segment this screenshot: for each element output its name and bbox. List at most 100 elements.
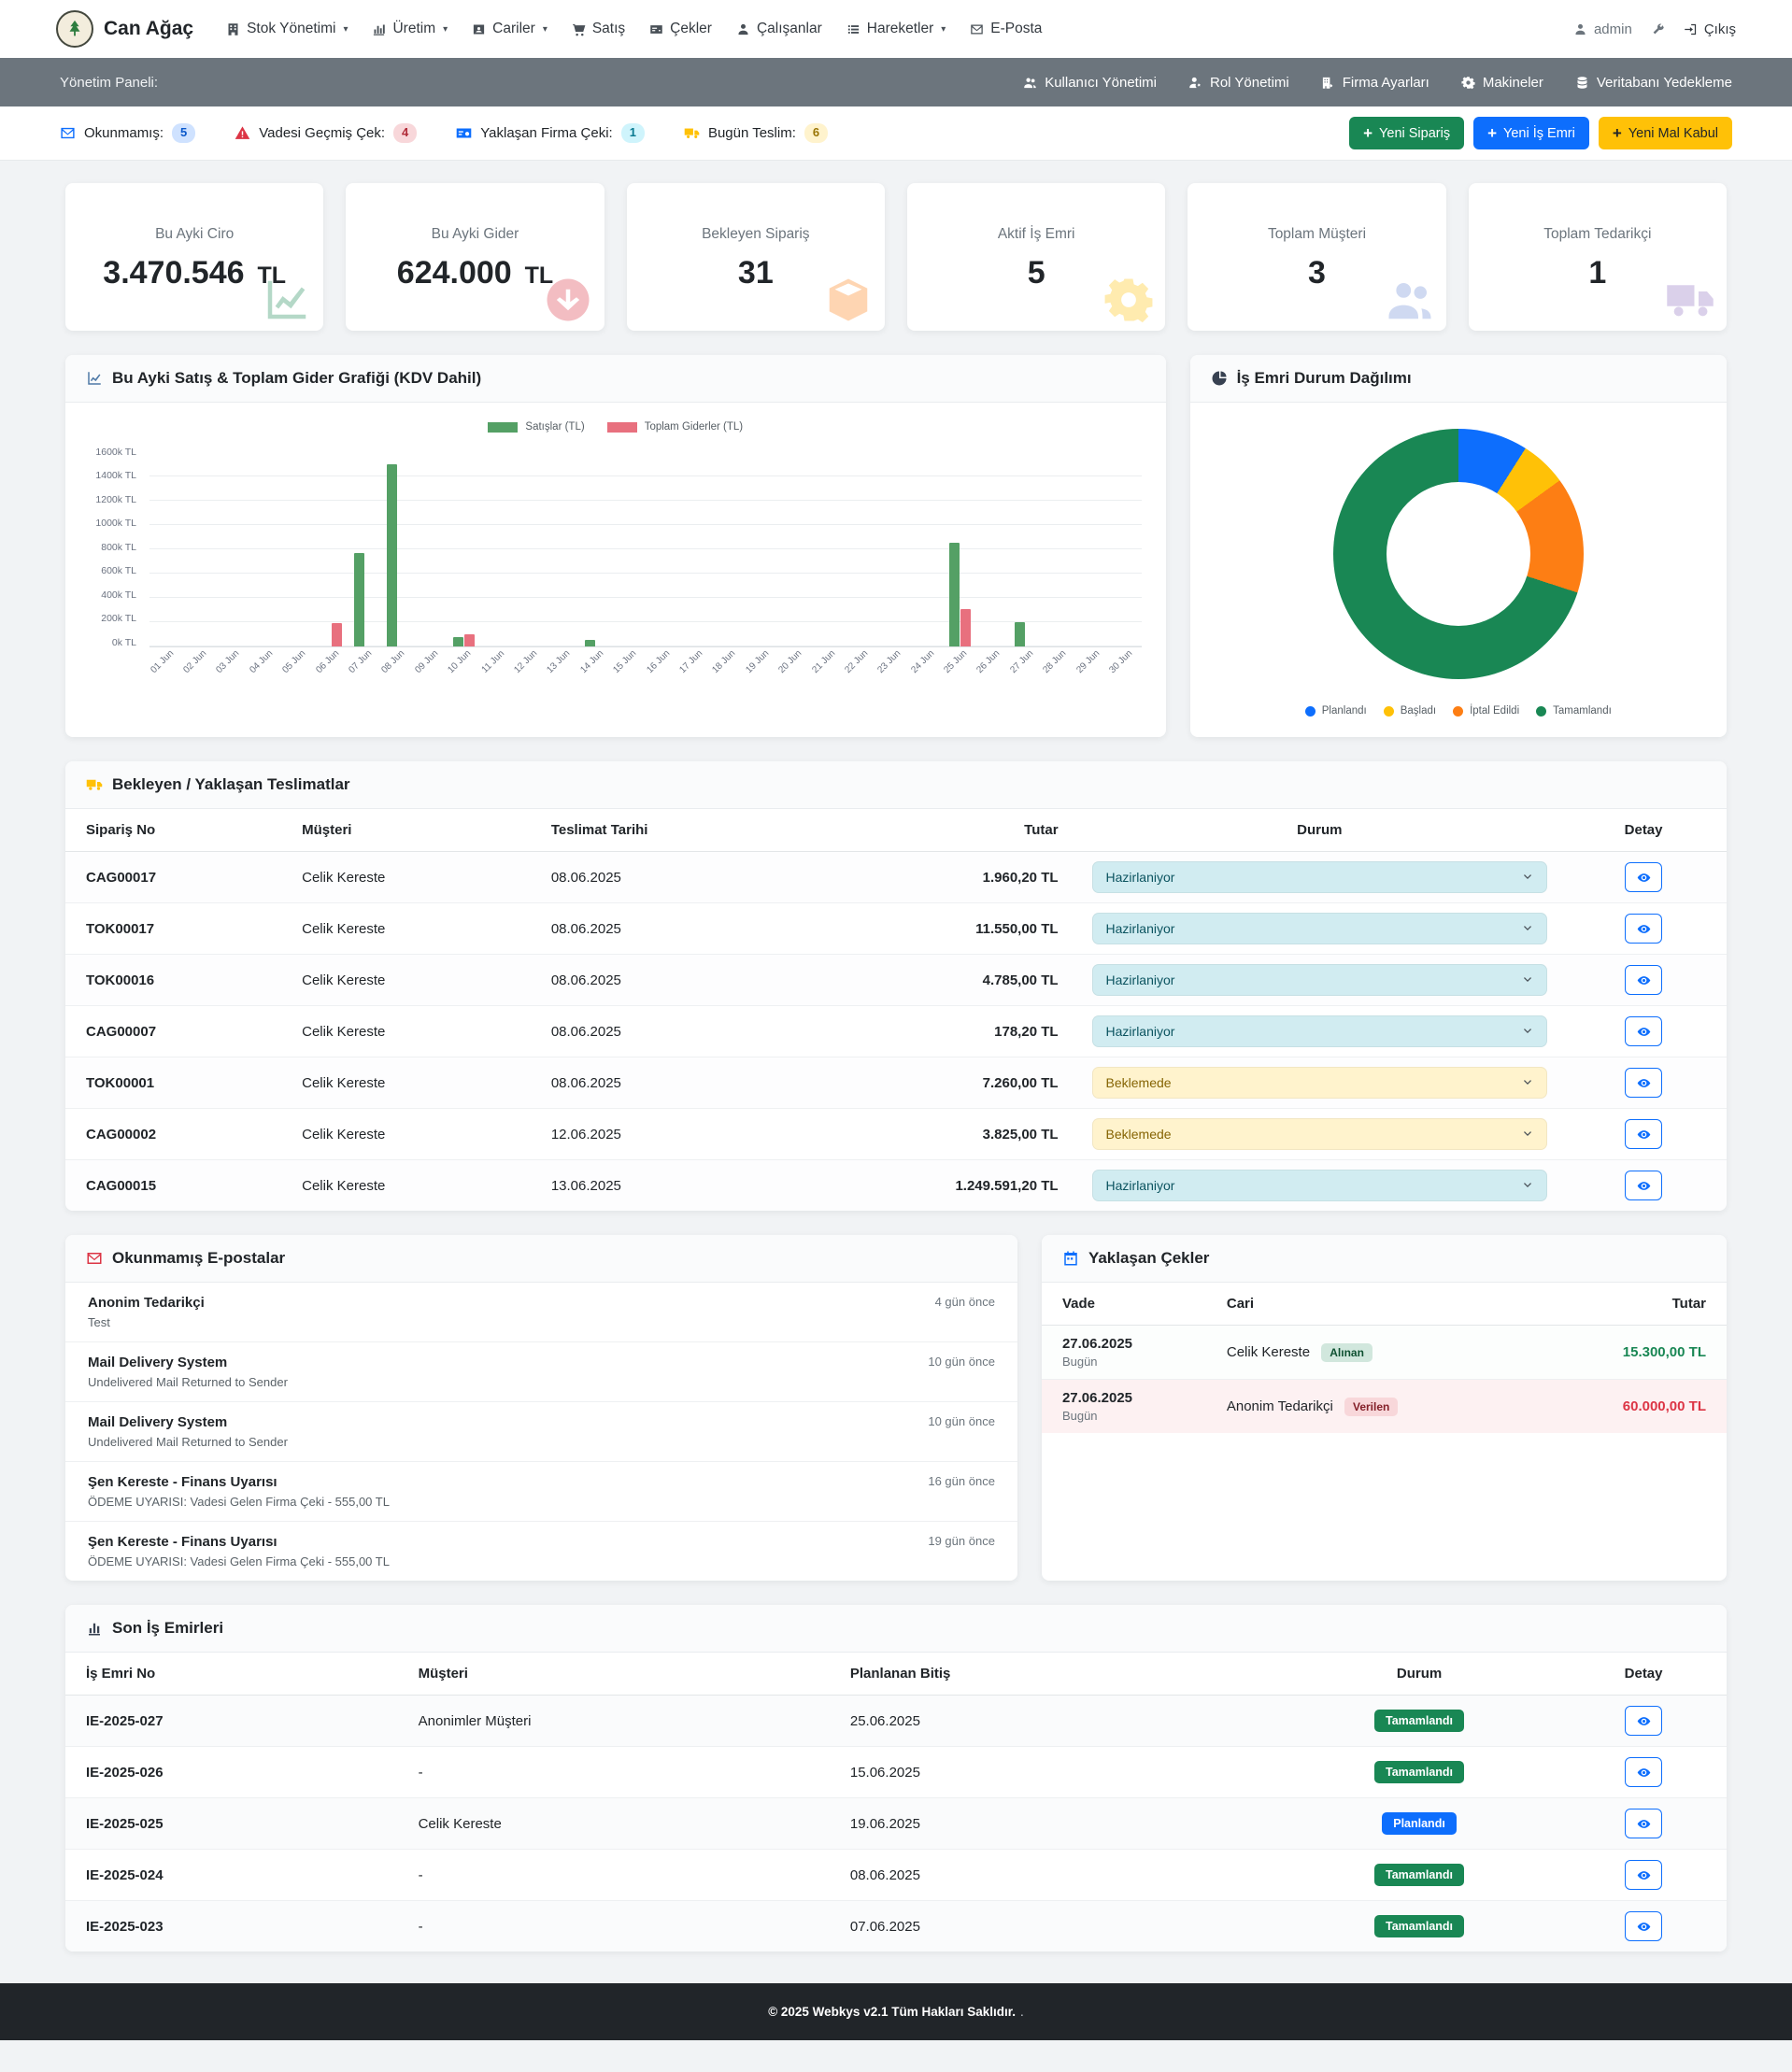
- bar-group: [1043, 452, 1075, 646]
- x-axis-label: 22 Jun: [844, 647, 876, 690]
- email-list: Anonim Tedarikçi Test 4 gün önce Mail De…: [65, 1283, 1017, 1581]
- checks-card: Yaklaşan Çekler VadeCariTutar 27.06.2025…: [1042, 1235, 1727, 1581]
- check-due-date: 27.06.2025: [1062, 1336, 1186, 1352]
- detail-eye-button[interactable]: [1625, 1860, 1662, 1890]
- top-navbar: Can Ağaç Stok Yönetimi ▾ Üretim ▾ Carile…: [0, 0, 1792, 58]
- legend-dot: [1536, 706, 1546, 717]
- email-time: 19 gün önce: [928, 1534, 995, 1568]
- detail-eye-button[interactable]: [1625, 862, 1662, 892]
- workorder-no: IE-2025-023: [65, 1901, 398, 1952]
- donut-legend-item[interactable]: Tamamlandı: [1536, 705, 1612, 717]
- status-select[interactable]: Hazirlaniyor: [1092, 1015, 1548, 1047]
- bar: [453, 637, 463, 646]
- detail-eye-button[interactable]: [1625, 1119, 1662, 1149]
- legend-label: Satışlar (TL): [525, 421, 584, 433]
- email-sender: Şen Kereste - Finans Uyarısı: [88, 1534, 390, 1550]
- admin-link-label: Rol Yönetimi: [1210, 75, 1289, 91]
- eye-icon: [1637, 1128, 1651, 1142]
- check-row: 27.06.2025 Bugün Anonim Tedarikçi Verile…: [1042, 1380, 1727, 1434]
- chart-legend-item[interactable]: Satışlar (TL): [488, 421, 584, 433]
- donut-legend-item[interactable]: Planlandı: [1305, 705, 1367, 717]
- detail-eye-button[interactable]: [1625, 1911, 1662, 1941]
- admin-panel-link[interactable]: Makineler: [1461, 75, 1543, 91]
- x-axis-label: 09 Jun: [414, 647, 447, 690]
- check-type-badge: Alınan: [1321, 1343, 1372, 1362]
- bar-group: [1075, 452, 1108, 646]
- x-axis-label: 17 Jun: [678, 647, 711, 690]
- x-axis-label: 23 Jun: [877, 647, 910, 690]
- admin-panel-link[interactable]: Firma Ayarları: [1321, 75, 1429, 91]
- bar-chart-legend: Satışlar (TL) Toplam Giderler (TL): [90, 418, 1142, 447]
- x-axis-label: 30 Jun: [1108, 647, 1141, 690]
- nav-item-label: Cariler: [492, 21, 535, 37]
- sales-chart-card: Bu Ayki Satış & Toplam Gider Grafiği (KD…: [65, 355, 1166, 737]
- email-list-item[interactable]: Anonim Tedarikçi Test 4 gün önce: [65, 1283, 1017, 1342]
- detail-eye-button[interactable]: [1625, 1068, 1662, 1098]
- tools-button[interactable]: [1651, 22, 1665, 36]
- status-select[interactable]: Beklemede: [1092, 1118, 1548, 1150]
- status-select[interactable]: Hazirlaniyor: [1092, 913, 1548, 944]
- detail-eye-button[interactable]: [1625, 1171, 1662, 1200]
- stat-value: 5: [1028, 257, 1045, 289]
- bar: [1015, 622, 1025, 646]
- status-select[interactable]: Hazirlaniyor: [1092, 1170, 1548, 1201]
- quick-action-button[interactable]: + Yeni Mal Kabul: [1599, 117, 1732, 149]
- alert-count-badge: 5: [172, 123, 195, 143]
- admin-panel-link[interactable]: Rol Yönetimi: [1188, 75, 1289, 91]
- nav-menu-item[interactable]: Satış: [562, 13, 635, 45]
- email-list-item[interactable]: Şen Kereste - Finans Uyarısı ÖDEME UYARI…: [65, 1462, 1017, 1522]
- donut-chart: [1333, 429, 1584, 679]
- caret-down-icon: ▾: [343, 24, 348, 35]
- x-axis-label: 02 Jun: [182, 647, 215, 690]
- eye-icon: [1637, 1920, 1651, 1934]
- delivery-row: TOK00001 Celik Kereste 08.06.2025 7.260,…: [65, 1057, 1727, 1109]
- status-select[interactable]: Hazirlaniyor: [1092, 861, 1548, 893]
- admin-panel-link[interactable]: Veritabanı Yedekleme: [1575, 75, 1732, 91]
- x-axis-label: 10 Jun: [448, 647, 480, 690]
- detail-eye-button[interactable]: [1625, 1809, 1662, 1838]
- nav-menu-item[interactable]: Stok Yönetimi ▾: [216, 13, 358, 45]
- delivery-row: CAG00015 Celik Kereste 13.06.2025 1.249.…: [65, 1160, 1727, 1212]
- check-amount: 15.300,00 TL: [1521, 1326, 1727, 1380]
- detail-eye-button[interactable]: [1625, 1016, 1662, 1046]
- chart-line-icon: [86, 370, 103, 387]
- nav-menu-item[interactable]: Hareketler ▾: [836, 13, 957, 45]
- donut-legend-item[interactable]: İptal Edildi: [1453, 705, 1519, 717]
- user-menu[interactable]: admin: [1573, 21, 1632, 37]
- email-list-item[interactable]: Mail Delivery System Undelivered Mail Re…: [65, 1402, 1017, 1462]
- quick-action-button[interactable]: + Yeni Sipariş: [1349, 117, 1464, 149]
- status-donut-card: İş Emri Durum Dağılımı Planlandı Başladı…: [1190, 355, 1727, 737]
- plus-icon: +: [1487, 125, 1497, 141]
- email-list-item[interactable]: Mail Delivery System Undelivered Mail Re…: [65, 1342, 1017, 1402]
- email-list-item[interactable]: Şen Kereste - Finans Uyarısı ÖDEME UYARI…: [65, 1522, 1017, 1581]
- nav-menu-item[interactable]: Çekler: [639, 13, 722, 45]
- detail-eye-button[interactable]: [1625, 1706, 1662, 1736]
- quick-action-button[interactable]: + Yeni İş Emri: [1473, 117, 1589, 149]
- delivery-date: 08.06.2025: [531, 955, 863, 1006]
- status-select[interactable]: Hazirlaniyor: [1092, 964, 1548, 996]
- nav-menu-item[interactable]: Cariler ▾: [462, 13, 558, 45]
- detail-eye-button[interactable]: [1625, 1757, 1662, 1787]
- detail-eye-button[interactable]: [1625, 965, 1662, 995]
- status-label: Hazirlaniyor: [1106, 870, 1175, 885]
- donut-chart-title: İş Emri Durum Dağılımı: [1237, 369, 1412, 388]
- nav-menu-item[interactable]: E-Posta: [960, 13, 1052, 45]
- delivery-row: TOK00017 Celik Kereste 08.06.2025 11.550…: [65, 903, 1727, 955]
- database-icon: [1575, 76, 1589, 90]
- legend-dot: [1384, 706, 1394, 717]
- x-axis-label: 29 Jun: [1075, 647, 1108, 690]
- detail-eye-button[interactable]: [1625, 914, 1662, 944]
- logout-link[interactable]: Çıkış: [1684, 21, 1736, 37]
- nav-menu-item[interactable]: Çalışanlar: [726, 13, 832, 45]
- admin-panel-link[interactable]: Kullanıcı Yönetimi: [1023, 75, 1157, 91]
- username: admin: [1594, 21, 1632, 37]
- deliveries-title: Bekleyen / Yaklaşan Teslimatlar: [112, 775, 350, 794]
- bar-group: [1009, 452, 1042, 646]
- bar: [585, 640, 595, 646]
- status-select[interactable]: Beklemede: [1092, 1067, 1548, 1099]
- brand[interactable]: Can Ağaç: [56, 10, 193, 48]
- x-axis-label: 20 Jun: [777, 647, 810, 690]
- chart-legend-item[interactable]: Toplam Giderler (TL): [607, 421, 743, 433]
- donut-legend-item[interactable]: Başladı: [1384, 705, 1436, 717]
- nav-menu-item[interactable]: Üretim ▾: [362, 13, 458, 45]
